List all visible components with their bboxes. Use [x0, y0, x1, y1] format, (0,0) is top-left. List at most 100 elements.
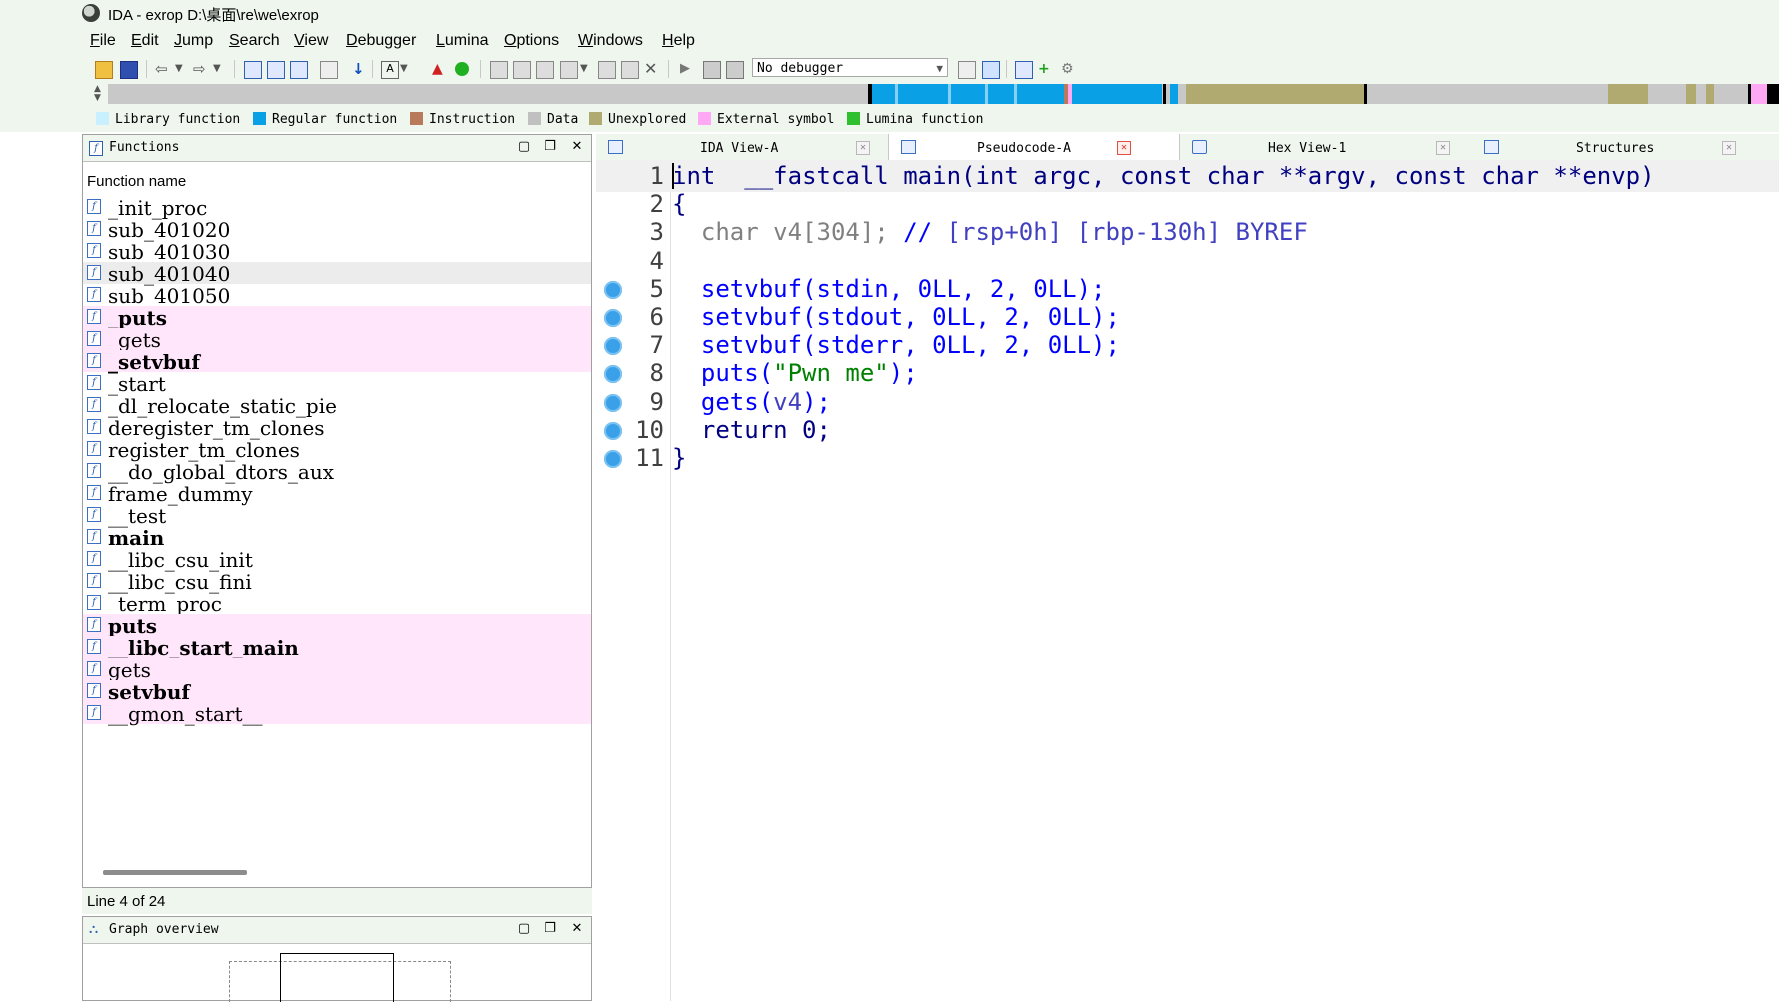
search-binary-icon[interactable]	[267, 61, 285, 79]
save-icon[interactable]	[120, 61, 138, 79]
search-text-icon[interactable]	[244, 61, 262, 79]
column-header-function-name[interactable]: Function name	[87, 173, 186, 190]
graph-overview-viewport[interactable]	[280, 953, 394, 1002]
function-list-item[interactable]: f __test	[83, 504, 591, 527]
make-data-icon[interactable]	[513, 61, 531, 79]
text-format-icon[interactable]: A	[381, 61, 399, 79]
tab-structures[interactable]: Structures ✕	[1472, 134, 1762, 160]
open-folder-icon[interactable]	[95, 61, 113, 79]
close-tab-icon[interactable]: ✕	[1117, 141, 1131, 155]
restore-icon[interactable]: ❐	[542, 921, 558, 937]
start-debug-icon[interactable]: ▶	[680, 61, 696, 77]
function-list-item[interactable]: f __libc_csu_fini	[83, 570, 591, 593]
code-line[interactable]: 2{	[596, 188, 1779, 220]
forward-arrow-icon[interactable]: ⇨	[193, 61, 209, 77]
patch-icon[interactable]	[320, 61, 338, 79]
code-line[interactable]: 1 int __fastcall main(int argc, const cha…	[596, 160, 1779, 192]
function-list-item[interactable]: f __gmon_start__	[83, 702, 591, 725]
stop-debug-icon[interactable]	[726, 61, 744, 79]
lumina-push-icon[interactable]: +	[1038, 61, 1054, 77]
breakpoint-dot-icon[interactable]	[604, 421, 622, 440]
tab-ida-view-a[interactable]: IDA View-A ✕	[596, 134, 886, 160]
function-list-item[interactable]: f sub_401050	[83, 284, 591, 307]
attach-icon[interactable]	[958, 61, 976, 79]
menu-lumina[interactable]: Lumina	[436, 32, 488, 50]
breakpoint-dot-icon[interactable]	[604, 450, 622, 468]
close-icon[interactable]: ✕	[569, 139, 585, 155]
function-list-item[interactable]: f __libc_csu_init	[83, 548, 591, 571]
make-string-icon[interactable]	[536, 61, 554, 79]
code-line[interactable]: 6 setvbuf(stdout, 0LL, 2, 0LL);	[596, 301, 1779, 333]
code-line[interactable]: 10 return 0;	[596, 414, 1779, 446]
maximize-icon[interactable]: ▢	[516, 921, 532, 937]
menu-search[interactable]: Search	[229, 32, 280, 50]
pause-debug-icon[interactable]	[703, 61, 721, 79]
code-line[interactable]: 5 setvbuf(stdin, 0LL, 2, 0LL);	[596, 273, 1779, 305]
close-tab-icon[interactable]: ✕	[1722, 141, 1736, 155]
maximize-icon[interactable]: ▢	[516, 139, 532, 155]
format-dropdown-icon[interactable]: ▼	[400, 61, 416, 77]
lumina-pull-icon[interactable]	[1015, 61, 1033, 79]
function-list-item[interactable]: f _gets	[83, 328, 591, 351]
code-line[interactable]: 9 gets(v4);	[596, 386, 1779, 418]
make-code-icon[interactable]	[490, 61, 508, 79]
pseudocode-view[interactable]: 1 int __fastcall main(int argc, const cha…	[596, 160, 1779, 1001]
function-list-item[interactable]: f setvbuf	[83, 680, 591, 703]
tab-hex-view-1[interactable]: Hex View-1 ✕	[1180, 134, 1470, 160]
breakpoint-dot-icon[interactable]	[604, 337, 622, 356]
function-list-item[interactable]: f sub_401030	[83, 240, 591, 263]
forward-dropdown-icon[interactable]: ▼	[213, 61, 229, 77]
function-list-item[interactable]: f __libc_start_main	[83, 636, 591, 659]
lumina-settings-icon[interactable]: ⚙	[1061, 61, 1077, 77]
back-arrow-icon[interactable]: ⇦	[155, 61, 171, 77]
function-list-item[interactable]: f _term_proc	[83, 592, 591, 615]
function-list-item[interactable]: f sub_401040	[83, 262, 591, 285]
breakpoint-dot-icon[interactable]	[604, 393, 622, 412]
decompile-icon[interactable]	[982, 61, 1000, 79]
breakpoint-dot-icon[interactable]	[604, 365, 622, 384]
search-immediate-icon[interactable]	[290, 61, 308, 79]
breakpoint-dot-icon[interactable]	[604, 309, 622, 327]
close-tab-icon[interactable]: ✕	[1436, 141, 1450, 155]
code-line[interactable]: 11}	[596, 442, 1779, 474]
make-offset-icon[interactable]	[598, 61, 616, 79]
horizontal-scrollbar[interactable]	[103, 870, 247, 875]
menu-options[interactable]: Options	[504, 32, 559, 50]
undefine-x-icon[interactable]: ✕	[644, 61, 660, 77]
code-line[interactable]: 4	[596, 245, 1779, 277]
menu-jump[interactable]: Jump	[174, 32, 213, 50]
make-struct-icon[interactable]	[621, 61, 639, 79]
jump-down-arrow-icon[interactable]: ↓	[352, 61, 368, 77]
function-list-item[interactable]: f _dl_relocate_static_pie	[83, 394, 591, 417]
function-list-item[interactable]: f gets	[83, 658, 591, 681]
tab-pseudocode-a[interactable]: Pseudocode-A ✕	[888, 134, 1180, 160]
menu-debugger[interactable]: Debugger	[346, 32, 416, 50]
function-list-item[interactable]: f register_tm_clones	[83, 438, 591, 461]
function-list-item[interactable]: f __do_global_dtors_aux	[83, 460, 591, 483]
menu-file[interactable]: File	[90, 32, 116, 50]
navigation-bar[interactable]	[108, 84, 1779, 104]
back-dropdown-icon[interactable]: ▼	[175, 61, 191, 77]
function-list-item[interactable]: f _setvbuf	[83, 350, 591, 373]
menu-windows[interactable]: Windows	[578, 32, 643, 50]
debugger-select[interactable]: No debugger ▼	[752, 58, 948, 77]
menu-view[interactable]: View	[294, 32, 328, 50]
function-list-item[interactable]: f _start	[83, 372, 591, 395]
function-list-item[interactable]: f puts	[83, 614, 591, 637]
restore-icon[interactable]: ❐	[542, 139, 558, 155]
nav-scroll-icon[interactable]: ▲ ▼	[94, 85, 101, 103]
close-tab-icon[interactable]: ✕	[856, 141, 870, 155]
stop-triangle-icon[interactable]: ▲	[432, 61, 448, 77]
breakpoint-dot-icon[interactable]	[604, 280, 622, 299]
function-list-item[interactable]: f _puts	[83, 306, 591, 329]
function-list-item[interactable]: f deregister_tm_clones	[83, 416, 591, 439]
menu-help[interactable]: Help	[662, 32, 695, 50]
make-dropdown-icon[interactable]: ▼	[580, 61, 596, 77]
run-green-icon[interactable]	[455, 62, 469, 76]
code-line[interactable]: 8 puts("Pwn me");	[596, 357, 1779, 389]
function-list-item[interactable]: f frame_dummy	[83, 482, 591, 505]
close-icon[interactable]: ✕	[569, 921, 585, 937]
code-line[interactable]: 3 char v4[304]; // [rsp+0h] [rbp-130h] B…	[596, 216, 1779, 248]
function-list-item[interactable]: f sub_401020	[83, 218, 591, 241]
make-array-icon[interactable]	[560, 61, 578, 79]
